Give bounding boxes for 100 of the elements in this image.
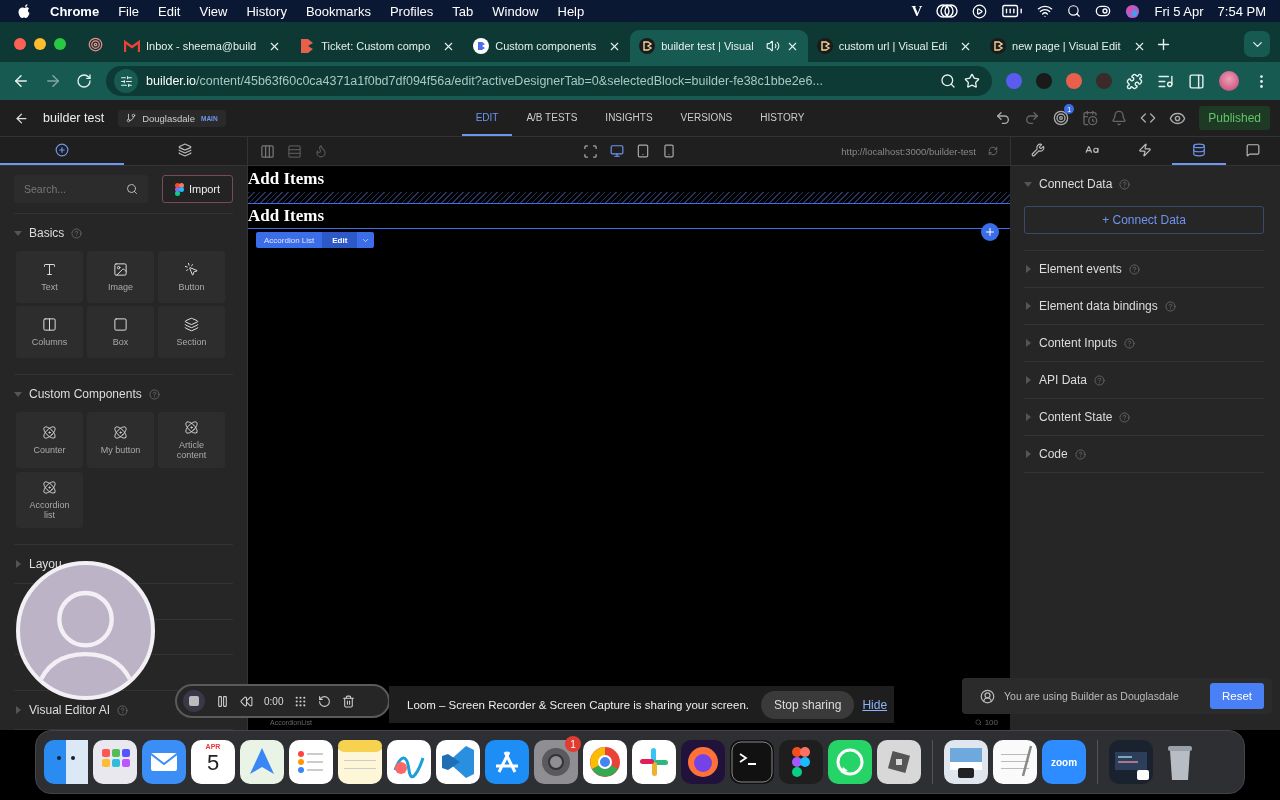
editor-tab[interactable]: INSIGHTS [591,100,667,136]
menu-item[interactable]: Profiles [389,3,434,19]
canvas-heading[interactable]: Add Items [248,166,1010,192]
section-title[interactable]: Connect Data [1039,177,1113,191]
undo-icon[interactable] [995,110,1012,126]
device-button[interactable] [661,144,676,158]
record-icon[interactable] [88,36,103,52]
tab-search-button[interactable] [1244,31,1270,57]
back-icon[interactable] [14,110,29,126]
search-icon[interactable] [1067,4,1082,18]
search-field[interactable]: Search... [14,175,148,203]
refresh-icon[interactable] [988,146,998,156]
browser-tab[interactable]: Ticket: Custom compo [290,30,465,62]
section-title[interactable]: Element events [1039,262,1122,276]
app-icon[interactable] [338,740,382,784]
target-icon[interactable] [1053,110,1070,126]
speaker-icon[interactable] [765,39,780,53]
canvas-heading[interactable]: Add Items [248,203,1010,229]
status-menu-letter[interactable]: V [911,2,923,20]
delete-icon[interactable] [342,694,356,708]
menu-item[interactable]: Edit [158,3,181,19]
app-icon[interactable] [289,740,333,784]
menu-item[interactable]: Window [492,3,539,19]
app-icon[interactable] [993,740,1037,784]
app-icon[interactable] [485,740,529,784]
square-icon[interactable] [113,317,128,332]
wifi-icon[interactable] [1037,3,1054,19]
block-tile[interactable]: Button [158,251,225,303]
browser-tab[interactable]: Custom components [464,30,631,62]
app-icon[interactable] [142,740,186,784]
editor-tab[interactable]: A/B TESTS [512,100,592,136]
section-title[interactable]: Content Inputs [1039,336,1118,350]
editor-tab[interactable]: VERSIONS [666,100,747,136]
stop-recording-button[interactable] [183,690,205,712]
browser-tab[interactable]: new page | Visual Edit [981,30,1155,62]
bell-icon[interactable] [1111,110,1128,126]
app-icon[interactable] [583,740,627,784]
import-button[interactable]: Import [162,175,233,203]
menu-item[interactable]: File [118,3,140,19]
app-icon[interactable] [436,740,480,784]
bookmark-star-icon[interactable] [964,73,980,89]
publish-button[interactable]: Published [1199,106,1270,130]
menu-item[interactable]: History [246,3,287,19]
app-icon[interactable] [632,740,676,784]
preview-url[interactable]: http://localhost:3000/builder-test [841,145,976,157]
stop-sharing-button[interactable]: Stop sharing [761,690,855,719]
menu-item[interactable]: Bookmarks [305,3,371,19]
menu-app-name[interactable]: Chrome [50,3,100,19]
menu-item[interactable]: Help [557,3,585,19]
zoom-icon[interactable] [940,73,956,89]
app-icon[interactable] [681,740,725,784]
rings-icon[interactable] [936,4,959,18]
minimize-window-button[interactable] [34,38,46,50]
site-settings-icon[interactable] [119,74,133,88]
pointer-icon[interactable] [184,262,199,277]
app-icon[interactable] [44,740,88,784]
edit-button[interactable]: Edit [322,232,358,248]
browser-tab[interactable]: Inbox - sheema@build [115,30,291,62]
browser-tab[interactable]: custom url | Visual Edi [807,30,982,62]
pause-icon[interactable] [216,694,229,708]
app-icon[interactable] [240,740,284,784]
device-button[interactable] [635,144,650,158]
block-tile[interactable]: Columns [16,306,83,358]
app-icon[interactable] [828,740,872,784]
close-window-button[interactable] [14,38,26,50]
text-icon[interactable] [42,262,57,277]
apple-logo-icon[interactable] [18,3,31,19]
reload-icon[interactable] [76,73,92,89]
section-title[interactable]: API Data [1039,373,1088,387]
block-tile[interactable]: Text [16,251,83,303]
app-icon[interactable] [944,740,988,784]
reset-button[interactable]: Reset [1209,683,1264,709]
selection-tag[interactable]: Accordion List Edit [256,232,375,248]
app-icon[interactable] [779,740,823,784]
section-title[interactable]: Custom Components [29,387,142,401]
side-panel-icon[interactable] [1188,72,1205,90]
menu-item[interactable]: Tab [452,3,474,19]
section-title[interactable]: Visual Editor AI [29,703,111,717]
section-title[interactable]: Code [1039,447,1068,461]
back-icon[interactable] [12,72,30,90]
block-tile[interactable]: Section [158,306,225,358]
extensions-icon[interactable] [1126,72,1143,90]
maximize-window-button[interactable] [54,38,66,50]
block-tile[interactable]: Accordion list [16,472,83,528]
hide-link[interactable]: Hide [862,697,888,712]
redo-icon[interactable] [1024,110,1041,126]
app-icon[interactable] [387,740,431,784]
control-center-icon[interactable] [1095,3,1112,19]
section-title[interactable]: Basics [29,226,65,240]
profile-avatar[interactable] [1219,71,1239,91]
connect-data-button[interactable]: + Connect Data [1024,206,1264,234]
menu-item[interactable]: View [199,3,228,19]
atom-icon[interactable] [42,425,57,440]
section-title[interactable]: Element data bindings [1039,299,1158,313]
schedule-icon[interactable] [1082,110,1099,126]
app-icon[interactable] [1109,740,1153,784]
app-icon[interactable] [877,740,921,784]
editor-tab[interactable]: HISTORY [746,100,819,136]
image-icon[interactable] [113,262,128,277]
browser-tab[interactable]: builder test | Visual [630,30,808,62]
